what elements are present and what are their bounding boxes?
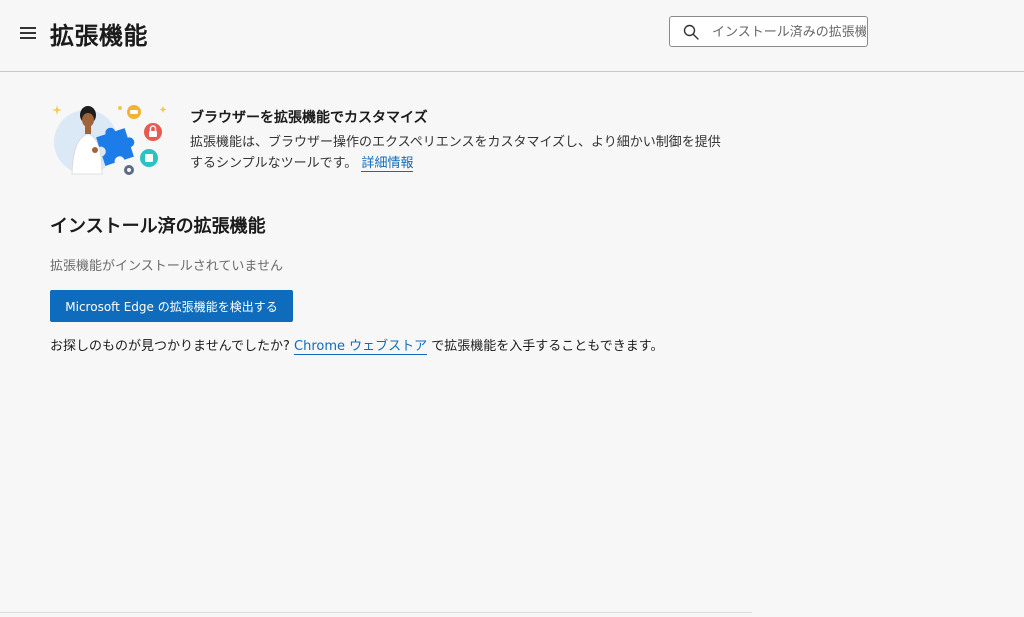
- search-input[interactable]: [712, 21, 866, 43]
- search-box[interactable]: [669, 16, 868, 47]
- discover-extensions-button[interactable]: Microsoft Edge の拡張機能を検出する: [50, 290, 293, 322]
- learn-more-link[interactable]: 詳細情報: [361, 156, 414, 172]
- divider: [0, 612, 752, 613]
- chrome-web-store-link[interactable]: Chrome ウェブストア: [294, 339, 428, 355]
- search-icon: [683, 24, 699, 40]
- page-title: 拡張機能: [50, 22, 148, 50]
- store-hint-prefix: お探しのものが見つかりませんでしたか?: [50, 339, 294, 354]
- promo-description: 拡張機能は、ブラウザー操作のエクスペリエンスをカスタマイズし、より細かい制御を提…: [190, 132, 730, 174]
- installed-extensions-title: インストール済の拡張機能: [50, 216, 266, 237]
- header: 拡張機能: [0, 0, 1024, 72]
- menu-icon[interactable]: [16, 21, 40, 45]
- promo-description-text: 拡張機能は、ブラウザー操作のエクスペリエンスをカスタマイズし、より細かい制御を提…: [190, 135, 721, 171]
- store-hint-suffix: で拡張機能を入手することもできます。: [427, 339, 664, 354]
- promo-title: ブラウザーを拡張機能でカスタマイズ: [190, 110, 428, 126]
- extensions-illustration: [52, 105, 167, 175]
- empty-state-message: 拡張機能がインストールされていません: [50, 259, 283, 274]
- store-hint: お探しのものが見つかりませんでしたか? Chrome ウェブストア で拡張機能を…: [50, 335, 664, 355]
